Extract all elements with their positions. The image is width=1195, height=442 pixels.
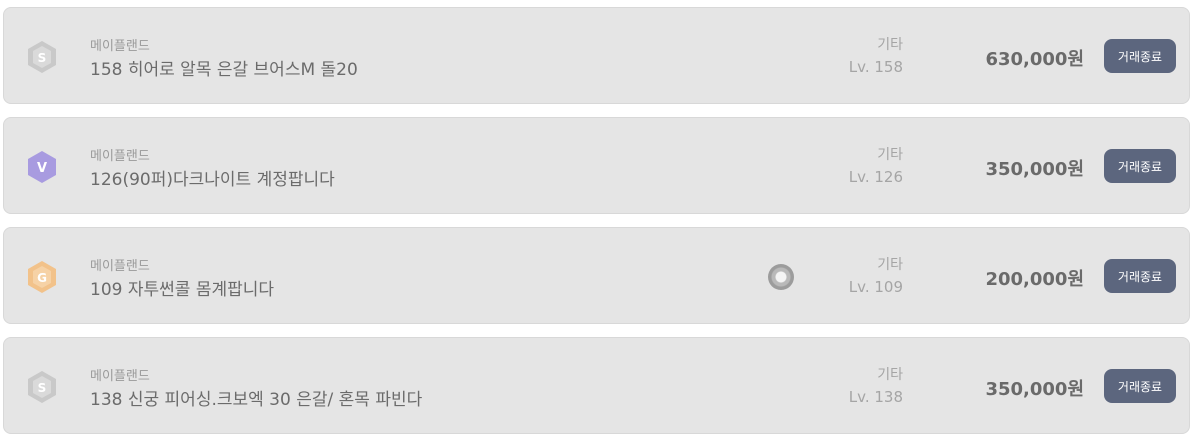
trade-closed-button[interactable]: 거래종료 [1104, 39, 1176, 73]
level-label: Lv. 158 [848, 58, 903, 76]
level-label: Lv. 138 [848, 388, 903, 406]
listing-card[interactable]: G 메이플랜드 109 자투썬콜 몸계팝니다 기타 Lv. 109 200,00… [3, 227, 1190, 324]
category-label: 기타 [877, 37, 903, 53]
listing-title[interactable]: 109 자투썬콜 몸계팝니다 [90, 275, 274, 300]
svg-text:V: V [37, 161, 47, 176]
listing-title[interactable]: 158 히어로 알목 은갈 브어스M 돌20 [90, 55, 358, 80]
silver-grade-badge-icon: S [27, 40, 57, 74]
listing-list: S 메이플랜드 158 히어로 알목 은갈 브어스M 돌20 기타 Lv. 15… [0, 0, 1195, 442]
price-label: 350,000원 [985, 379, 1084, 400]
listing-card[interactable]: V 메이플랜드 126(90퍼)다크나이트 계정팝니다 기타 Lv. 126 3… [3, 117, 1190, 214]
category-label: 기타 [877, 257, 903, 273]
server-name: 메이플랜드 [90, 39, 150, 54]
price-label: 200,000원 [985, 269, 1084, 290]
gold-grade-badge-icon: G [27, 260, 57, 294]
svg-text:S: S [38, 381, 47, 395]
server-name: 메이플랜드 [90, 149, 150, 164]
category-label: 기타 [877, 367, 903, 383]
category-label: 기타 [877, 147, 903, 163]
server-name: 메이플랜드 [90, 369, 150, 384]
seller-avatar [768, 264, 794, 290]
listing-title[interactable]: 126(90퍼)다크나이트 계정팝니다 [90, 165, 335, 190]
trade-closed-button[interactable]: 거래종료 [1104, 149, 1176, 183]
price-label: 350,000원 [985, 159, 1084, 180]
trade-closed-button[interactable]: 거래종료 [1104, 259, 1176, 293]
violet-grade-badge-icon: V [27, 150, 57, 184]
level-label: Lv. 109 [848, 278, 903, 296]
svg-text:G: G [37, 271, 47, 285]
listing-title[interactable]: 138 신궁 피어싱.크보엑 30 은갈/ 혼목 파빈다 [90, 385, 422, 410]
listing-card[interactable]: S 메이플랜드 158 히어로 알목 은갈 브어스M 돌20 기타 Lv. 15… [3, 7, 1190, 104]
level-label: Lv. 126 [848, 168, 903, 186]
server-name: 메이플랜드 [90, 259, 150, 274]
listing-card[interactable]: S 메이플랜드 138 신궁 피어싱.크보엑 30 은갈/ 혼목 파빈다 기타 … [3, 337, 1190, 434]
price-label: 630,000원 [985, 49, 1084, 70]
trade-closed-button[interactable]: 거래종료 [1104, 369, 1176, 403]
silver-grade-badge-icon: S [27, 370, 57, 404]
svg-text:S: S [38, 51, 47, 65]
